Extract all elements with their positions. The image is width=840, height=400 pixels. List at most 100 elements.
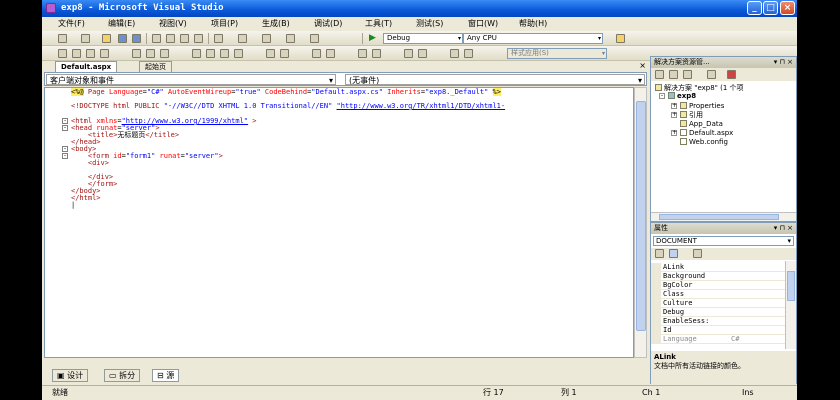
navigate-forward-icon[interactable]: [286, 34, 295, 43]
delete-icon[interactable]: [194, 34, 203, 43]
code-editor[interactable]: <%@ Page Language="C#" AutoEventWireup="…: [44, 87, 634, 358]
format-icon[interactable]: [450, 49, 459, 58]
format-icon[interactable]: [132, 49, 141, 58]
format-icon[interactable]: [192, 49, 201, 58]
tree-project[interactable]: exp8: [668, 92, 696, 100]
categorized-icon[interactable]: [655, 249, 664, 258]
menu-debug[interactable]: 调试(D): [314, 18, 342, 30]
client-objects-combo[interactable]: 客户端对象和事件 ▾: [46, 74, 336, 85]
refresh-icon[interactable]: [683, 70, 692, 79]
add-item-icon[interactable]: [81, 34, 90, 43]
find-in-files-icon[interactable]: [616, 34, 625, 43]
property-row[interactable]: BgColor: [651, 281, 786, 290]
view-designer-icon[interactable]: [727, 70, 736, 79]
tab-source-view[interactable]: ⊟ 源: [152, 369, 180, 382]
undo-icon[interactable]: [214, 34, 223, 43]
format-icon[interactable]: [326, 49, 335, 58]
paste-icon[interactable]: [180, 34, 189, 43]
editor-vertical-scrollbar[interactable]: [634, 87, 647, 358]
breakpoint-icon[interactable]: [310, 34, 319, 43]
format-icon[interactable]: [312, 49, 321, 58]
menu-help[interactable]: 帮助(H): [519, 18, 547, 30]
format-icon[interactable]: [358, 49, 367, 58]
expander-icon[interactable]: -: [659, 93, 665, 99]
format-icon[interactable]: [266, 49, 275, 58]
format-icon[interactable]: [404, 49, 413, 58]
solution-config-combo[interactable]: Debug ▾: [383, 33, 463, 44]
format-icon[interactable]: [58, 49, 67, 58]
property-row[interactable]: Class: [651, 290, 786, 299]
expander-icon[interactable]: +: [671, 112, 677, 118]
cut-icon[interactable]: [152, 34, 161, 43]
properties-vertical-scrollbar[interactable]: [785, 261, 796, 349]
fold-toggle[interactable]: -: [62, 153, 68, 159]
navigate-back-icon[interactable]: [262, 34, 271, 43]
save-icon[interactable]: [118, 34, 127, 43]
close-button[interactable]: ×: [780, 1, 795, 15]
property-row[interactable]: ALink: [651, 263, 786, 272]
fold-toggle[interactable]: -: [62, 125, 68, 131]
menu-file[interactable]: 文件(F): [58, 18, 85, 30]
menu-tools[interactable]: 工具(T): [365, 18, 392, 30]
new-project-icon[interactable]: [58, 34, 67, 43]
menu-window[interactable]: 窗口(W): [468, 18, 498, 30]
property-row[interactable]: Culture: [651, 299, 786, 308]
save-all-icon[interactable]: [132, 34, 141, 43]
properties-icon[interactable]: [655, 70, 664, 79]
menu-build[interactable]: 生成(B): [262, 18, 290, 30]
format-icon[interactable]: [372, 49, 381, 58]
object-selector-combo[interactable]: DOCUMENT ▾: [653, 236, 794, 246]
format-icon[interactable]: [100, 49, 109, 58]
close-document-icon[interactable]: ×: [639, 61, 646, 70]
format-icon[interactable]: [206, 49, 215, 58]
events-combo[interactable]: (无事件) ▾: [345, 74, 645, 85]
solution-horizontal-scrollbar[interactable]: [651, 212, 796, 221]
format-icon[interactable]: [146, 49, 155, 58]
open-folder-icon[interactable]: [102, 34, 111, 43]
property-row[interactable]: Debug: [651, 308, 786, 317]
menu-project[interactable]: 项目(P): [211, 18, 238, 30]
pane-controls[interactable]: ▾ ⊓ ×: [774, 57, 793, 67]
format-icon[interactable]: [418, 49, 427, 58]
menu-view[interactable]: 视图(V): [159, 18, 187, 30]
property-row[interactable]: Id: [651, 326, 786, 335]
scroll-thumb[interactable]: [787, 271, 795, 301]
scroll-thumb[interactable]: [659, 214, 779, 220]
alphabetical-icon[interactable]: [669, 249, 678, 258]
menu-edit[interactable]: 编辑(E): [108, 18, 135, 30]
tab-start-page[interactable]: 起始页: [139, 61, 172, 72]
pane-controls[interactable]: ▾ ⊓ ×: [774, 223, 793, 233]
tab-design-view[interactable]: ▣ 设计: [52, 369, 89, 382]
show-all-files-icon[interactable]: [669, 70, 678, 79]
style-apply-combo[interactable]: 样式应用(S) ▾: [507, 48, 607, 59]
format-icon[interactable]: [86, 49, 95, 58]
view-code-icon[interactable]: [707, 70, 716, 79]
tree-item-properties[interactable]: Properties: [680, 102, 724, 110]
scroll-thumb[interactable]: [636, 101, 646, 331]
property-pages-icon[interactable]: [693, 249, 702, 258]
tree-item-web-config[interactable]: Web.config: [680, 138, 728, 146]
format-icon[interactable]: [464, 49, 473, 58]
tab-split-view[interactable]: ▭ 拆分: [104, 369, 141, 382]
solution-platform-combo[interactable]: Any CPU ▾: [463, 33, 603, 44]
tree-item-default-aspx[interactable]: Default.aspx: [680, 129, 733, 137]
tree-solution-root[interactable]: 解决方案 "exp8" (1 个项: [655, 84, 744, 92]
tree-item-app-data[interactable]: App_Data: [680, 120, 723, 128]
format-icon[interactable]: [280, 49, 289, 58]
property-row[interactable]: EnableSess:: [651, 317, 786, 326]
minimize-button[interactable]: _: [747, 1, 762, 15]
expander-icon[interactable]: +: [671, 130, 677, 136]
maximize-button[interactable]: □: [763, 1, 778, 15]
format-icon[interactable]: [234, 49, 243, 58]
format-icon[interactable]: [160, 49, 169, 58]
expander-icon[interactable]: +: [671, 103, 677, 109]
redo-icon[interactable]: [238, 34, 247, 43]
menu-test[interactable]: 测试(S): [416, 18, 443, 30]
copy-icon[interactable]: [166, 34, 175, 43]
tab-default-aspx[interactable]: Default.aspx: [55, 61, 118, 72]
start-debugging-icon[interactable]: ▶: [369, 33, 376, 43]
property-row[interactable]: Language C#: [651, 335, 786, 344]
tree-item-references[interactable]: 引用: [680, 111, 703, 119]
property-row[interactable]: Background: [651, 272, 786, 281]
format-icon[interactable]: [72, 49, 81, 58]
